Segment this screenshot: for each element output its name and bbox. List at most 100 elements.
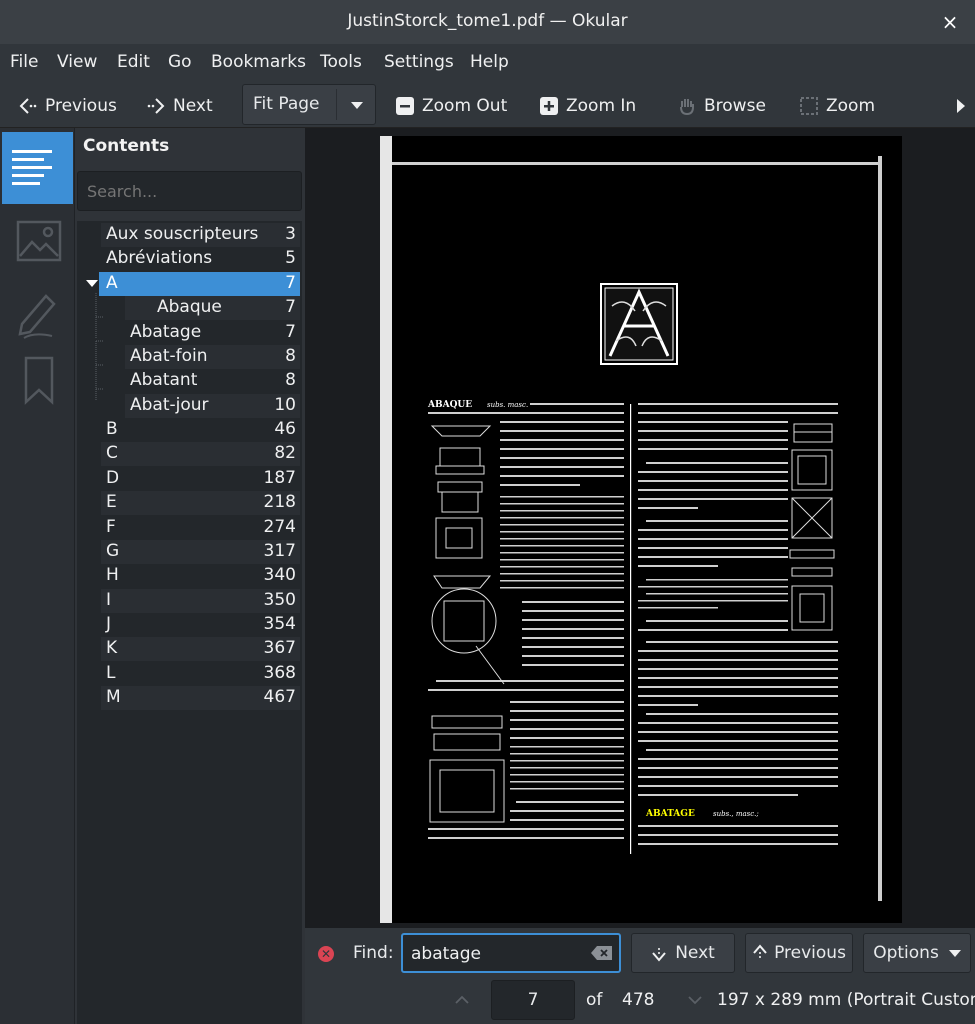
- toc-item-label: C: [106, 443, 118, 463]
- select-zoom-icon: [798, 95, 820, 117]
- zoom-mode-select[interactable]: Fit Page: [242, 84, 376, 125]
- toc-item[interactable]: K 367: [77, 637, 302, 661]
- toc-item-page: 82: [274, 443, 296, 463]
- heading-abatage-highlight: ABATAGE: [645, 809, 695, 819]
- title-bar: JustinStorck_tome1.pdf — Okular ×: [0, 0, 975, 44]
- zoom-mode-value: Fit Page: [253, 94, 320, 114]
- find-label: Find:: [353, 943, 394, 963]
- toc-item[interactable]: D 187: [77, 467, 302, 491]
- document-view[interactable]: ABAQUE subs. masc. ABATAGE subs., masc.;: [305, 128, 975, 928]
- menu-view[interactable]: View: [57, 52, 97, 72]
- menu-bookmarks[interactable]: Bookmarks: [211, 52, 306, 72]
- chevron-right-icon: [950, 95, 972, 117]
- toc-item-label: D: [106, 468, 120, 488]
- previous-page-button[interactable]: Previous: [17, 92, 117, 120]
- toc-item-selected[interactable]: A 7: [77, 272, 302, 296]
- tab-contents[interactable]: [2, 132, 73, 204]
- contents-search-input[interactable]: [78, 172, 301, 210]
- toc-item[interactable]: Abatant 8: [77, 369, 302, 393]
- menu-help[interactable]: Help: [470, 52, 509, 72]
- toc-item[interactable]: Abaque 7: [77, 296, 302, 320]
- image-icon: [16, 220, 62, 262]
- menu-bar: File View Edit Go Bookmarks Tools Settin…: [0, 44, 975, 82]
- toc-item-label: L: [106, 663, 116, 683]
- toc-item[interactable]: F 274: [77, 516, 302, 540]
- previous-label: Previous: [45, 96, 117, 116]
- toc-item-page: 7: [285, 322, 296, 342]
- contents-panel: Contents Aux souscripteurs 3 Abréviation…: [76, 128, 304, 1024]
- chevron-up-icon[interactable]: [455, 992, 469, 1006]
- toc-item-label: Abatage: [130, 322, 202, 342]
- toc-item-label: K: [106, 638, 118, 658]
- toc-item-page: 218: [263, 492, 296, 512]
- toc-item[interactable]: H 340: [77, 564, 302, 588]
- toc-item-page: 8: [285, 346, 296, 366]
- toc-item[interactable]: I 350: [77, 589, 302, 613]
- toc-item-label: Aux souscripteurs: [106, 224, 259, 244]
- expand-arrow-icon[interactable]: [86, 280, 98, 287]
- contents-header: Contents: [83, 136, 170, 156]
- arrow-down-icon: [651, 944, 667, 962]
- total-pages: 478: [622, 990, 655, 1010]
- toc-item-page: 187: [263, 468, 296, 488]
- toc-item[interactable]: Abat-foin 8: [77, 345, 302, 369]
- contents-search[interactable]: [77, 171, 302, 211]
- find-previous-button[interactable]: Previous: [745, 933, 853, 973]
- chevron-down-icon: [948, 949, 961, 957]
- menu-settings[interactable]: Settings: [384, 52, 454, 72]
- toc-item-label: H: [106, 565, 119, 585]
- find-input[interactable]: abatage: [401, 933, 621, 973]
- next-label: Next: [173, 96, 213, 116]
- zoom-tool-button[interactable]: Zoom: [798, 92, 875, 120]
- menu-edit[interactable]: Edit: [117, 52, 150, 72]
- toc-item-page: 368: [263, 663, 296, 683]
- close-icon[interactable]: ×: [939, 10, 961, 34]
- toc-item[interactable]: M 467: [77, 686, 302, 710]
- menu-file[interactable]: File: [10, 52, 38, 72]
- toc-item[interactable]: E 218: [77, 491, 302, 515]
- toc-item[interactable]: Abat-jour 10: [77, 394, 302, 418]
- find-options-label: Options: [873, 943, 939, 963]
- clear-text-icon[interactable]: [591, 945, 613, 961]
- toc-item-page: 467: [263, 687, 296, 707]
- zoom-out-button[interactable]: Zoom Out: [394, 92, 507, 120]
- toc-item[interactable]: B 46: [77, 418, 302, 442]
- chevron-down-icon[interactable]: [688, 992, 702, 1006]
- menu-go[interactable]: Go: [168, 52, 192, 72]
- toc-item[interactable]: Abréviations 5: [77, 247, 302, 271]
- toc-item-label: I: [106, 590, 112, 610]
- tab-reviews[interactable]: [2, 276, 73, 348]
- toc-item-page: 274: [263, 517, 296, 537]
- toc-item-page: 350: [263, 590, 296, 610]
- pen-icon: [18, 294, 56, 339]
- toc-item-page: 46: [274, 419, 296, 439]
- zoom-in-icon: [538, 95, 560, 117]
- document-page[interactable]: ABAQUE subs. masc. ABATAGE subs., masc.;: [380, 136, 902, 923]
- toc-item-label: J: [106, 614, 112, 634]
- find-options-button[interactable]: Options: [863, 933, 971, 973]
- toc-item[interactable]: Aux souscripteurs 3: [77, 223, 302, 247]
- current-page-input[interactable]: 7: [491, 980, 575, 1020]
- toolbar-overflow-button[interactable]: [950, 92, 975, 120]
- page-render: ABAQUE subs. masc. ABATAGE subs., masc.;: [380, 136, 902, 923]
- row-bg: [101, 442, 300, 466]
- menu-tools[interactable]: Tools: [320, 52, 362, 72]
- toc-item[interactable]: C 82: [77, 442, 302, 466]
- close-find-icon[interactable]: ✕: [318, 946, 334, 962]
- tab-thumbnails[interactable]: [2, 208, 73, 280]
- toc-item[interactable]: Abatage 7: [77, 321, 302, 345]
- toc-item-label: E: [106, 492, 117, 512]
- zoom-in-button[interactable]: Zoom In: [538, 92, 636, 120]
- find-bar: ✕ Find: abatage Next Previous Options: [305, 928, 975, 978]
- next-page-button[interactable]: Next: [145, 92, 213, 120]
- heading-abaque-sub: subs. masc.: [487, 401, 528, 409]
- tab-bookmarks[interactable]: [2, 344, 73, 416]
- browse-tool-button[interactable]: Browse: [676, 92, 766, 120]
- toc-item-label: Abat-jour: [130, 395, 209, 415]
- hand-icon: [676, 95, 698, 117]
- find-next-button[interactable]: Next: [631, 933, 735, 973]
- toc-item[interactable]: L 368: [77, 662, 302, 686]
- toc-item[interactable]: J 354: [77, 613, 302, 637]
- chevron-down-icon[interactable]: [351, 102, 363, 109]
- toc-item[interactable]: G 317: [77, 540, 302, 564]
